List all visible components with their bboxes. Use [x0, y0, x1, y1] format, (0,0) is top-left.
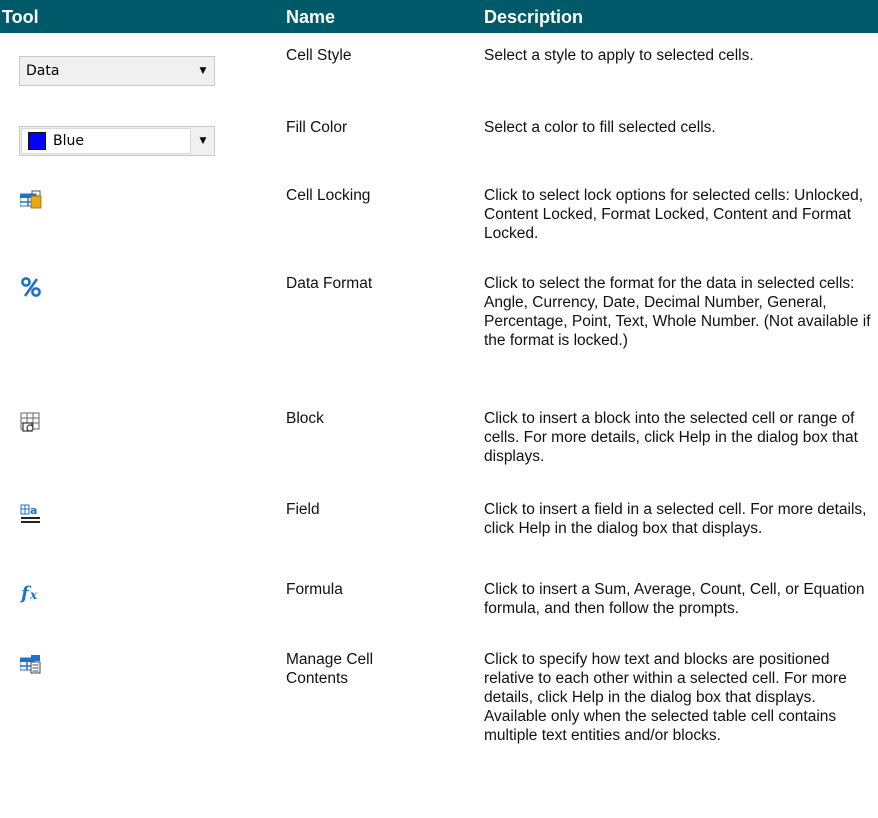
tool-description: Click to insert a Sum, Average, Count, C…: [484, 581, 865, 617]
tool-name: Block: [286, 410, 324, 427]
cell-style-dropdown[interactable]: Data ▼: [19, 56, 215, 86]
manage-cell-contents-icon[interactable]: [20, 654, 42, 676]
tool-name: Manage Cell Contents: [286, 651, 374, 687]
tool-description: Click to insert a block into the selecte…: [484, 410, 858, 465]
insert-block-icon[interactable]: [20, 412, 42, 434]
table-row: Data ▼ Cell Style Select a style to appl…: [0, 46, 878, 106]
cell-style-value: Data: [26, 63, 60, 79]
table-row: a Field Click to insert a field in a sel…: [0, 500, 878, 570]
tool-description: Click to select lock options for selecte…: [484, 187, 864, 242]
tool-description: Select a style to apply to selected cell…: [484, 47, 754, 64]
cell-locking-icon[interactable]: [20, 190, 42, 210]
table-row: f x Formula Click to insert a Sum, Avera…: [0, 580, 878, 640]
fill-color-dropdown[interactable]: Blue ▼: [19, 126, 215, 156]
svg-text:x: x: [29, 588, 38, 602]
tool-name: Formula: [286, 581, 343, 598]
chevron-down-icon: ▼: [199, 136, 207, 146]
tool-description: Select a color to fill selected cells.: [484, 119, 716, 136]
tool-name: Fill Color: [286, 119, 348, 136]
header-tool: Tool: [2, 7, 39, 27]
color-swatch: [28, 132, 46, 150]
tool-description: Click to insert a field in a selected ce…: [484, 501, 867, 537]
tool-description: Click to select the format for the data …: [484, 275, 871, 349]
svg-text:a: a: [30, 504, 37, 517]
table-row: Cell Locking Click to select lock option…: [0, 186, 878, 262]
tool-description: Click to specify how text and blocks are…: [484, 651, 847, 744]
table-row: Block Click to insert a block into the s…: [0, 409, 878, 489]
header-description: Description: [484, 7, 584, 27]
fill-color-value: Blue: [53, 133, 84, 149]
chevron-down-icon: ▼: [199, 66, 207, 76]
tool-name: Field: [286, 501, 320, 518]
header-name: Name: [286, 7, 336, 27]
formula-icon[interactable]: f x: [20, 582, 42, 604]
table-row: Blue ▼ Fill Color Select a color to fill…: [0, 118, 878, 178]
table-row: Manage Cell Contents Click to specify ho…: [0, 650, 878, 810]
tool-name: Data Format: [286, 275, 373, 292]
insert-field-icon[interactable]: a: [20, 503, 42, 525]
table-row: Data Format Click to select the format f…: [0, 274, 878, 398]
tool-name: Cell Style: [286, 47, 352, 64]
tool-name: Cell Locking: [286, 187, 371, 204]
table-header: Tool Name Description: [0, 0, 878, 33]
percent-icon[interactable]: [20, 276, 42, 298]
